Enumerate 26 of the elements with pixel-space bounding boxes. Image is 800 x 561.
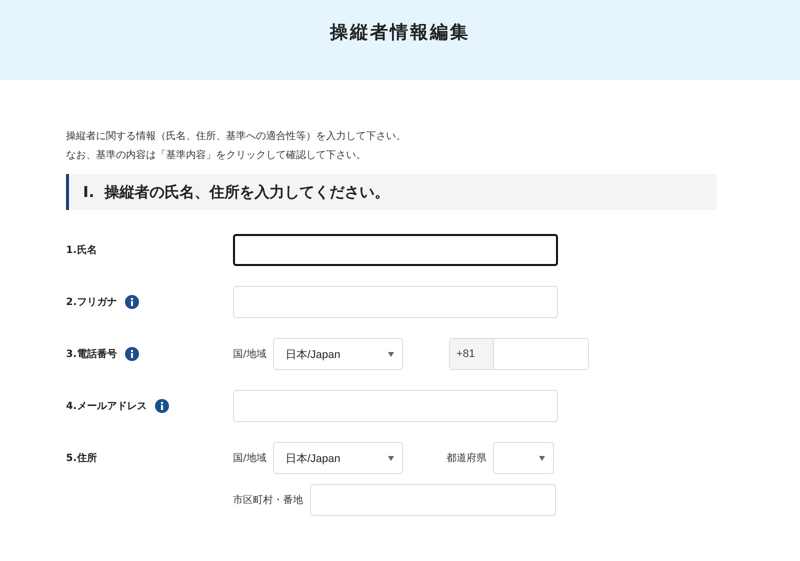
phone-field[interactable]: +81 — [449, 338, 590, 370]
city-label: 市区町村・番地 — [233, 494, 303, 507]
page-title: 操縦者情報編集 — [330, 21, 470, 44]
city-input-field[interactable] — [310, 484, 556, 516]
country-select[interactable]: 日本/Japan — [273, 338, 404, 370]
field-label: 5.住所 — [66, 452, 97, 465]
field-label: 2.フリガナ — [66, 296, 117, 309]
section-title: 操縦者の氏名、住所を入力してください。 — [104, 182, 390, 202]
intro-text: 操縦者に関する情報（氏名、住所、基準への適合性等）を入力して下さい。 — [66, 130, 407, 143]
caret-icon — [539, 456, 546, 460]
country-select[interactable]: 日本/Japan — [273, 442, 404, 474]
info-icon[interactable] — [124, 347, 139, 361]
country-code: +81 — [450, 339, 494, 369]
field-label: 4.メールアドレス — [66, 400, 147, 413]
prefecture-label: 都道府県 — [446, 452, 486, 465]
info-icon[interactable] — [124, 295, 139, 309]
caret-icon — [388, 352, 394, 356]
caret-icon — [388, 456, 394, 460]
field-label: 1.氏名 — [66, 244, 97, 257]
info-icon[interactable] — [154, 399, 169, 413]
country-label: 国/地域 — [233, 452, 266, 465]
intro-text: なお、基準の内容は「基準内容」をクリックして確認して下さい。 — [66, 149, 367, 162]
section-number: I. — [83, 183, 94, 201]
country-label: 国/地域 — [233, 348, 266, 361]
field-label: 3.電話番号 — [66, 348, 117, 361]
text-input-field[interactable] — [233, 234, 558, 266]
